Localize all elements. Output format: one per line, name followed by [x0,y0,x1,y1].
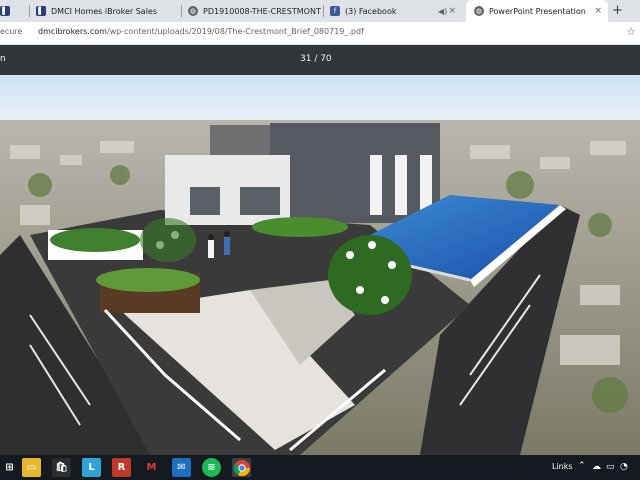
links-toolbar-label[interactable]: Links [552,462,573,471]
url-path: /wp-content/uploads/2019/08/The-Crestmon… [106,27,364,36]
tab-separator [181,5,182,17]
windows-taskbar: ⊞ ▭ 🛍 L R M ✉ ≋ Links ⌃ ☁ ▭ ◔ [0,455,640,480]
browser-tab-active[interactable]: ◍ PowerPoint Presentation × [466,0,608,22]
dmci-icon: ▌ [36,6,46,16]
pdf-title: n [0,54,6,64]
globe-icon: ◍ [188,6,198,16]
pdf-toolbar: n 31 / 70 [0,45,640,75]
globe-icon: ◍ [474,6,484,16]
browser-tab[interactable]: ▌ [0,0,30,22]
chrome-logo [233,459,250,476]
cloud-icon[interactable]: ☁ [592,462,601,472]
browser-tab[interactable]: ▌ DMCI Homes iBroker Sales [36,0,182,22]
rooftop-rendering-image [0,75,640,455]
mail-icon[interactable]: ✉ [172,458,191,477]
close-icon[interactable]: × [594,6,602,16]
facebook-icon: f [330,6,340,16]
tab-label: DMCI Homes iBroker Sales [51,6,157,16]
roboform-icon[interactable]: R [112,458,131,477]
speaker-icon[interactable]: ◀) [438,7,447,16]
file-explorer-icon[interactable]: ▭ [22,458,41,477]
pdf-viewer[interactable] [0,75,640,455]
url-field[interactable]: dmcibrokers.com/wp-content/uploads/2019/… [38,27,364,36]
lexicon-app-icon[interactable]: L [82,458,101,477]
page-indicator: 31 / 70 [300,54,332,64]
browser-tab[interactable]: f (3) Facebook ◀) × [330,0,462,22]
close-icon[interactable]: × [448,6,456,16]
address-bar[interactable]: ecure dmcibrokers.com/wp-content/uploads… [0,22,640,45]
security-indicator[interactable]: ecure [0,27,22,36]
windows-start-icon[interactable]: ⊞ [0,458,19,477]
chevron-up-icon[interactable]: ⌃ [578,461,586,471]
new-tab-button[interactable]: + [612,3,623,18]
monitor-icon[interactable]: ▭ [606,462,615,472]
bookmark-star-icon[interactable]: ☆ [626,25,636,38]
browser-tab-strip: ▌ ▌ DMCI Homes iBroker Sales ◍ PD1910008… [0,0,640,22]
tab-separator [29,5,30,17]
tab-separator [323,5,324,17]
chrome-icon[interactable] [232,458,251,477]
dmci-icon: ▌ [0,6,10,16]
spotify-icon[interactable]: ≋ [202,458,221,477]
tab-label: PD1910008-THE-CRESTMONT [203,6,321,16]
mcafee-icon[interactable]: M [142,458,161,477]
tab-label: PowerPoint Presentation [489,6,586,16]
tab-label: (3) Facebook [345,6,397,16]
browser-tab[interactable]: ◍ PD1910008-THE-CRESTMONT [188,0,324,22]
store-icon[interactable]: 🛍 [52,458,71,477]
network-icon[interactable]: ◔ [620,462,628,472]
url-domain: dmcibrokers.com [38,27,107,36]
